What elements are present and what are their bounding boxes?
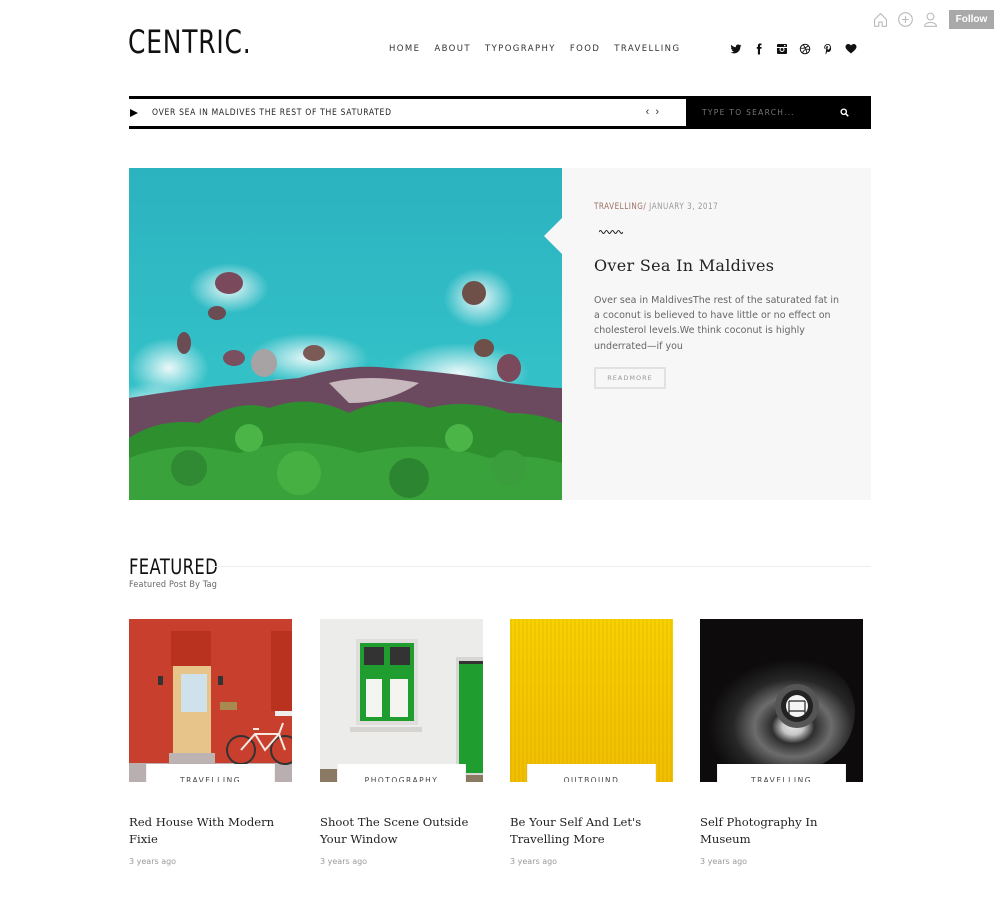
card-date: 3 years ago (320, 857, 368, 866)
nav-food[interactable]: FOOD (570, 44, 600, 54)
add-icon[interactable] (897, 11, 914, 28)
hero-title[interactable]: Over Sea In Maldives (594, 256, 774, 275)
play-icon[interactable] (130, 108, 138, 117)
card-image[interactable]: TRAVELLING (129, 619, 292, 782)
card-title[interactable]: Be Your Self And Let's Travelling More (510, 814, 680, 848)
nav-about[interactable]: ABOUT (434, 44, 471, 54)
card-date: 3 years ago (510, 857, 558, 866)
follow-button[interactable]: Follow (949, 9, 994, 29)
readmore-button[interactable]: READMORE (594, 367, 666, 389)
card-date: 3 years ago (129, 857, 177, 866)
card-tag[interactable]: TRAVELLING (717, 764, 846, 782)
hero-panel-pointer (544, 218, 562, 254)
ticker-controls: ‹ › (646, 106, 659, 118)
facebook-icon[interactable] (753, 42, 776, 56)
ticker-headline[interactable]: OVER SEA IN MALDIVES THE REST OF THE SAT… (152, 108, 392, 118)
card-title[interactable]: Shoot The Scene Outside Your Window (320, 814, 490, 848)
card-tag[interactable]: PHOTOGRAPHY (337, 764, 466, 782)
featured-card: PHOTOGRAPHY Shoot The Scene Outside Your… (320, 619, 483, 866)
news-ticker: OVER SEA IN MALDIVES THE REST OF THE SAT… (129, 96, 686, 129)
card-tag[interactable]: TRAVELLING (146, 764, 275, 782)
hero-meta: TRAVELLING/ JANUARY 3, 2017 (594, 202, 718, 212)
hero-excerpt: Over sea in MaldivesThe rest of the satu… (594, 295, 840, 352)
nav-home[interactable]: HOME (389, 44, 420, 54)
card-title[interactable]: Red House With Modern Fixie (129, 814, 299, 848)
hero-image[interactable] (129, 168, 562, 500)
pinterest-icon[interactable] (822, 42, 845, 56)
nav-travelling[interactable]: TRAVELLING (614, 44, 680, 54)
squiggle-divider-icon (599, 230, 623, 234)
main-nav: HOME ABOUT TYPOGRAPHY FOOD TRAVELLING (389, 44, 694, 54)
user-icon[interactable] (922, 11, 939, 28)
nav-typography[interactable]: TYPOGRAPHY (485, 44, 556, 54)
hero-category-link[interactable]: TRAVELLING/ (594, 202, 646, 212)
featured-card: TRAVELLING Self Photography In Museum 3 … (700, 619, 863, 866)
heart-icon[interactable] (845, 42, 868, 56)
home-icon[interactable] (872, 11, 889, 28)
card-image[interactable]: PHOTOGRAPHY (320, 619, 483, 782)
featured-divider (212, 566, 871, 567)
card-date: 3 years ago (700, 857, 748, 866)
chevron-right-icon[interactable]: › (655, 106, 659, 118)
featured-subtitle: Featured Post By Tag (129, 580, 218, 590)
twitter-icon[interactable] (730, 42, 753, 56)
search-icon[interactable] (840, 108, 849, 117)
card-image[interactable]: TRAVELLING (700, 619, 863, 782)
site-logo[interactable]: CENTRIC. (128, 24, 251, 60)
card-image[interactable]: OUTBOUND (510, 619, 673, 782)
social-links (730, 42, 868, 56)
card-tag[interactable]: OUTBOUND (527, 764, 656, 782)
dribbble-icon[interactable] (799, 42, 822, 56)
hero-date: JANUARY 3, 2017 (646, 202, 719, 212)
search-input[interactable] (702, 108, 832, 117)
search-bar (686, 96, 871, 129)
featured-heading: FEATURED (129, 555, 219, 579)
card-title[interactable]: Self Photography In Museum (700, 814, 870, 848)
featured-card: TRAVELLING Red House With Modern Fixie 3… (129, 619, 292, 866)
chevron-left-icon[interactable]: ‹ (646, 106, 650, 118)
featured-card: OUTBOUND Be Your Self And Let's Travelli… (510, 619, 673, 866)
top-toolbar: Follow (872, 9, 1000, 29)
instagram-icon[interactable] (776, 42, 799, 56)
